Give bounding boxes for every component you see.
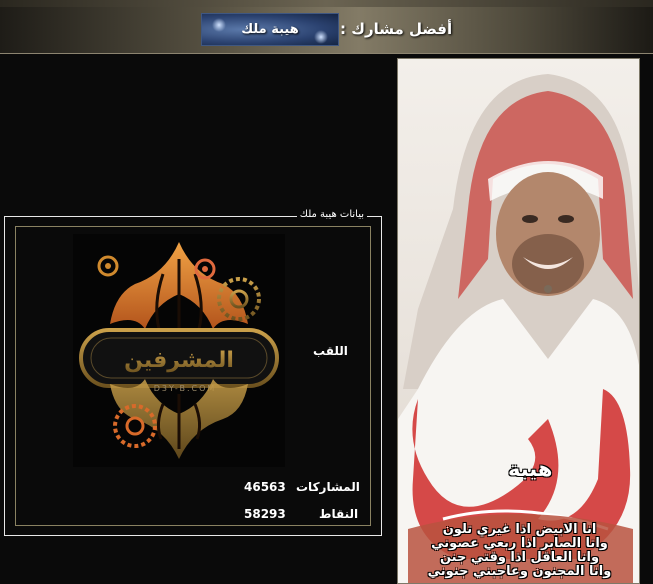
verse-line: وانا المجنون وعاجبني جنوني: [427, 564, 612, 579]
field-label-title: اللقب: [313, 344, 348, 358]
verse-line: وانا العاقل اذا وقتي جنن: [439, 550, 600, 565]
field-label-points: النقاط: [319, 507, 359, 521]
poster-art: [398, 74, 639, 583]
sparkle-icon: [212, 18, 226, 32]
best-member-badge[interactable]: هيبة ملك: [201, 13, 339, 46]
poster-verse: انا الابيض اذا غيري تلون وانا الصابر اذا…: [398, 522, 639, 579]
member-rank-logo: المشرفين D3Y-B.COM: [73, 234, 285, 467]
ornament-art: المشرفين D3Y-B.COM: [79, 242, 279, 459]
verse-line: انا الابيض اذا غيري تلون: [442, 522, 597, 537]
top-strip: [0, 0, 653, 7]
best-member-name[interactable]: هيبة ملك: [241, 22, 299, 37]
logo-title: المشرفين: [124, 348, 234, 373]
field-label-posts: المشاركات: [296, 480, 360, 494]
best-member-title: أفضل مشارك :: [340, 20, 453, 38]
best-member-bar: هيبة ملك أفضل مشارك :: [0, 7, 653, 54]
member-signature-poster: هيبة انا الابيض اذا غيري تلون وانا الصاب…: [397, 58, 640, 584]
poster-tag: هيبة: [508, 457, 553, 481]
member-info-legend: بيانات هيبة ملك: [296, 209, 367, 220]
verse-line: وانا الصابر اذا ربعي عصوني: [431, 536, 608, 551]
field-value-posts: 46563: [244, 480, 286, 494]
sparkle-icon: [314, 30, 328, 44]
field-value-points: 58293: [244, 507, 286, 521]
